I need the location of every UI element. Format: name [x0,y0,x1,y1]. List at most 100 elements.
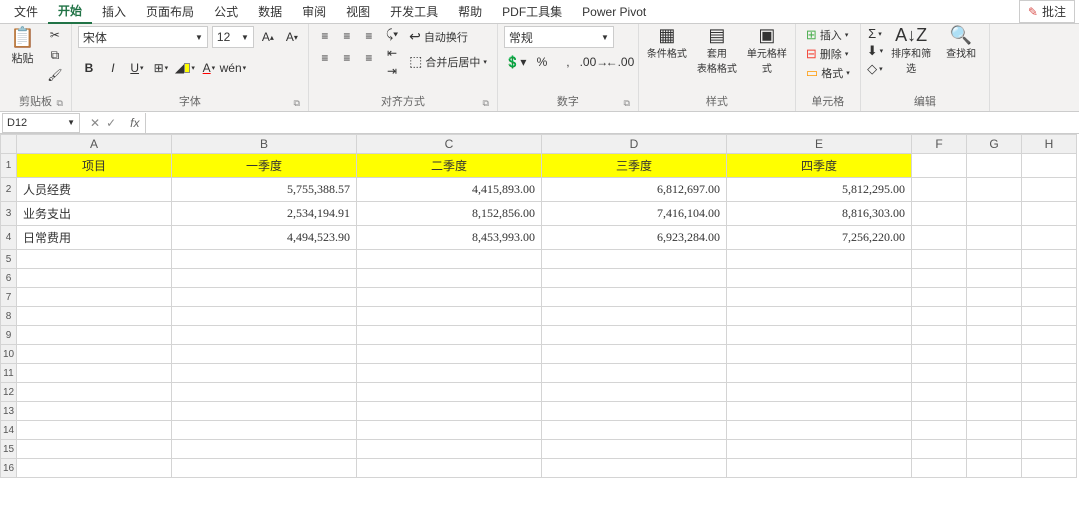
cell[interactable] [357,250,542,269]
cell[interactable] [172,440,357,459]
cell[interactable]: 8,453,993.00 [357,226,542,250]
cell[interactable] [967,364,1022,383]
cell[interactable] [1022,178,1077,202]
increase-font-button[interactable]: A▴ [258,26,278,48]
cell[interactable] [172,364,357,383]
cell[interactable] [727,383,912,402]
cell[interactable] [357,288,542,307]
cell[interactable]: 6,923,284.00 [542,226,727,250]
cell[interactable] [357,364,542,383]
cell[interactable] [17,459,172,478]
decrease-decimal-button[interactable]: ←.00 [608,52,632,72]
cell[interactable] [912,421,967,440]
cell[interactable] [912,288,967,307]
underline-button[interactable]: U▾ [126,58,148,78]
col-header-b[interactable]: B [172,135,357,154]
cell[interactable]: 项目 [17,154,172,178]
cell[interactable]: 日常费用 [17,226,172,250]
cell[interactable] [967,345,1022,364]
alignment-dialog-launcher[interactable]: ⧉ [482,98,488,109]
cell[interactable] [357,345,542,364]
align-left-button[interactable]: ≡ [315,48,335,68]
cell[interactable] [727,421,912,440]
cell[interactable] [727,269,912,288]
cell[interactable] [1022,202,1077,226]
fill-color-button[interactable]: ◢▾ [174,58,196,78]
tab-review[interactable]: 审阅 [292,0,336,23]
cell[interactable] [172,459,357,478]
cell[interactable] [172,307,357,326]
fx-icon[interactable]: fx [124,116,145,130]
cell[interactable] [912,383,967,402]
tab-view[interactable]: 视图 [336,0,380,23]
percent-format-button[interactable]: % [530,52,554,72]
cell[interactable] [1022,288,1077,307]
cell[interactable]: 5,755,388.57 [172,178,357,202]
cell[interactable] [542,364,727,383]
cell[interactable] [1022,307,1077,326]
align-center-button[interactable]: ≡ [337,48,357,68]
cell[interactable] [542,402,727,421]
tab-formulas[interactable]: 公式 [204,0,248,23]
cut-button[interactable]: ✂ [45,26,65,44]
autosum-button[interactable]: Σ▾ [868,26,882,41]
clipboard-dialog-launcher[interactable]: ⧉ [56,98,62,109]
cell[interactable] [967,226,1022,250]
border-button[interactable]: ⊞▾ [150,58,172,78]
comma-format-button[interactable]: , [556,52,580,72]
cell[interactable]: 四季度 [727,154,912,178]
cell[interactable] [357,383,542,402]
cell[interactable] [357,421,542,440]
paste-button[interactable]: 📋 粘贴 [6,26,39,68]
cell[interactable] [1022,383,1077,402]
cell[interactable] [912,269,967,288]
cell[interactable] [967,269,1022,288]
cell[interactable] [727,250,912,269]
cell[interactable]: 业务支出 [17,202,172,226]
cell[interactable] [542,440,727,459]
cell[interactable]: 2,534,194.91 [172,202,357,226]
cell[interactable] [912,307,967,326]
tab-file[interactable]: 文件 [4,0,48,23]
cell[interactable]: 6,812,697.00 [542,178,727,202]
cell[interactable]: 4,494,523.90 [172,226,357,250]
cancel-formula-button[interactable]: ✕ [90,116,100,130]
row-header-5[interactable]: 5 [1,250,17,269]
cell[interactable] [542,250,727,269]
col-header-a[interactable]: A [17,135,172,154]
cell[interactable] [727,307,912,326]
cell[interactable] [967,383,1022,402]
col-header-h[interactable]: H [1022,135,1077,154]
increase-indent-button[interactable]: ⇥ [385,63,399,79]
cell[interactable] [542,307,727,326]
cell[interactable] [967,459,1022,478]
row-header-2[interactable]: 2 [1,178,17,202]
tab-help[interactable]: 帮助 [448,0,492,23]
fill-button[interactable]: ⬇▾ [867,43,883,59]
cell[interactable]: 8,816,303.00 [727,202,912,226]
cell[interactable] [542,326,727,345]
format-cells-button[interactable]: ▭格式▾ [802,64,854,82]
worksheet[interactable]: A B C D E F G H 1 项目 一季度 二季度 三季度 四季度 2 人… [0,134,1079,518]
decrease-indent-button[interactable]: ⇤ [385,45,399,61]
font-color-button[interactable]: A▾ [198,58,220,78]
row-header-14[interactable]: 14 [1,421,17,440]
cell[interactable] [912,402,967,421]
tab-insert[interactable]: 插入 [92,0,136,23]
phonetic-button[interactable]: wén▾ [222,58,244,78]
cell[interactable] [172,383,357,402]
cell[interactable] [17,402,172,421]
col-header-d[interactable]: D [542,135,727,154]
font-dialog-launcher[interactable]: ⧉ [293,98,299,109]
cell[interactable] [172,288,357,307]
cell[interactable] [1022,421,1077,440]
cell[interactable] [17,250,172,269]
cell[interactable] [912,326,967,345]
cell[interactable] [967,307,1022,326]
row-header-13[interactable]: 13 [1,402,17,421]
cell[interactable] [727,326,912,345]
cell[interactable] [542,421,727,440]
name-box[interactable]: D12▼ [2,113,80,133]
cell[interactable] [967,421,1022,440]
cell[interactable] [542,288,727,307]
